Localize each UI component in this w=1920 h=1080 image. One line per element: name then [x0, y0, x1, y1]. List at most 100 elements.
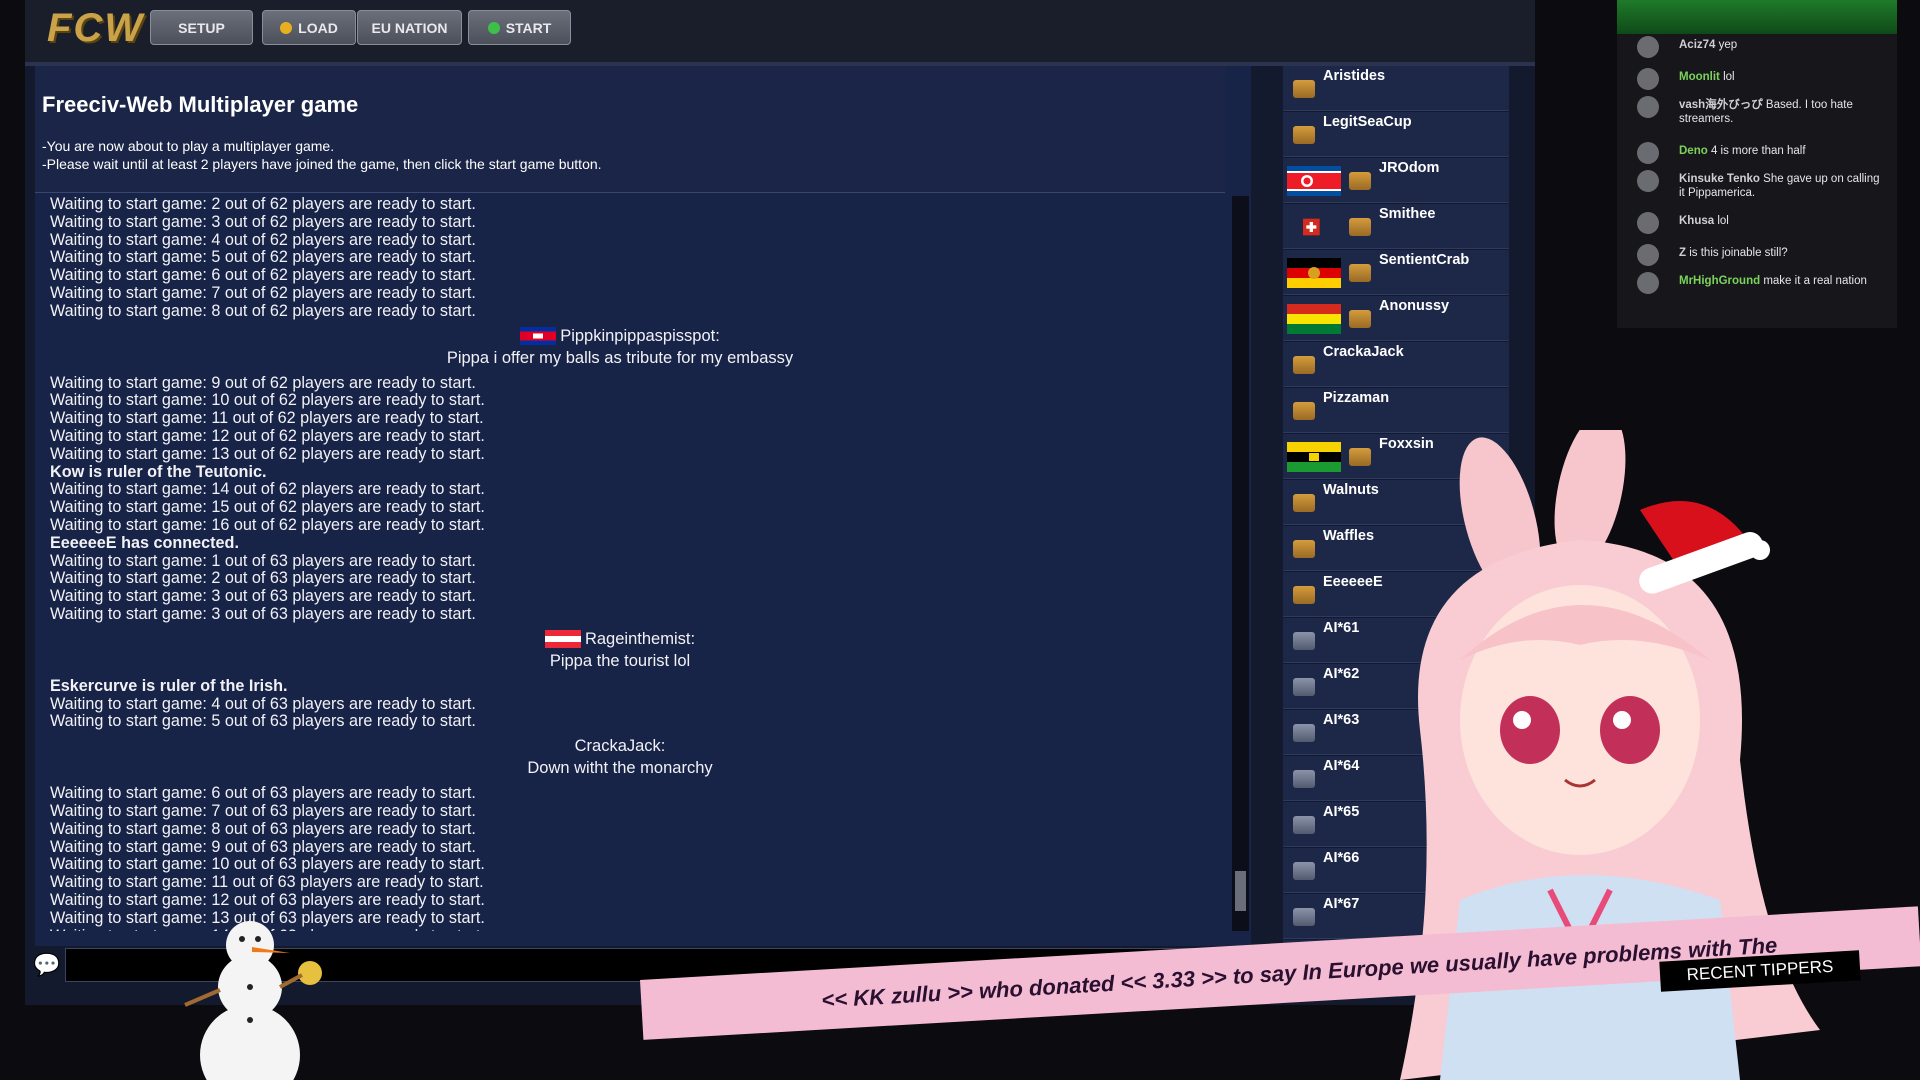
player-row[interactable]: CrackaJack: [1283, 342, 1509, 387]
player-chat-message: Pippkinpippaspisspot: Pippa i offer my ba…: [50, 325, 1190, 369]
load-button-label: LOAD: [298, 19, 338, 36]
player-row[interactable]: LegitSeaCup: [1283, 112, 1509, 157]
load-button[interactable]: LOAD: [262, 10, 356, 45]
check-icon: [487, 21, 500, 34]
player-name: Aristides: [1323, 68, 1386, 84]
setup-button[interactable]: SETUP: [150, 10, 253, 45]
ready-status-message: Waiting to start game: 16 out of 62 play…: [50, 515, 485, 534]
chat-bubble-icon[interactable]: 💬: [33, 952, 60, 977]
ready-status-message: Waiting to start game: 8 out of 62 playe…: [50, 301, 476, 320]
chat-text: Pippa i offer my balls as tribute for my…: [446, 348, 794, 367]
player-name: AI*66: [1323, 850, 1360, 866]
ready-status-message: Waiting to start game: 12 out of 62 play…: [50, 426, 485, 445]
player-name: Smithee: [1379, 206, 1436, 222]
player-name: Pizzaman: [1323, 390, 1390, 406]
game-message-log[interactable]: Waiting to start game: 2 out of 62 playe…: [50, 196, 1220, 931]
event-message: Eskercurve is ruler of the Irish.: [50, 676, 288, 695]
chat-text: Down witht the monarchy: [527, 759, 713, 778]
player-row[interactable]: Smithee: [1283, 204, 1509, 249]
player-row[interactable]: Anonussy: [1283, 296, 1509, 341]
chatter-text: lol: [1723, 71, 1735, 83]
pregame-panel: Freeciv-Web Multiplayer game -You are no…: [35, 66, 1251, 946]
ready-status-message: Waiting to start game: 2 out of 63 playe…: [50, 569, 476, 588]
scrollbar-thumb[interactable]: [1235, 871, 1246, 911]
chatter-avatar: [1637, 96, 1659, 118]
ai-player-icon: [1293, 770, 1315, 788]
human-player-icon: [1349, 172, 1371, 190]
chat-sender: CrackaJack:: [574, 737, 666, 756]
chatter-name: Z: [1679, 247, 1687, 259]
chatter-name: Kinsuke Tenko: [1679, 173, 1760, 185]
nation-flag-icon: [1287, 258, 1341, 288]
intro-line-2: -Please wait until at least 2 players ha…: [42, 156, 602, 172]
intro-line-1: -You are now about to play a multiplayer…: [42, 138, 335, 154]
player-name: AI*61: [1323, 620, 1360, 636]
player-name: AI*64: [1323, 758, 1360, 774]
player-name: AI*67: [1323, 896, 1360, 912]
ai-player-icon: [1293, 724, 1315, 742]
nation-flag-icon: [1287, 304, 1341, 334]
player-chat-message: CrackaJack: Down witht the monarchy: [50, 735, 1190, 779]
chatter-avatar: [1637, 68, 1659, 90]
snowman-decoration: [184, 921, 322, 1080]
ready-status-message: Waiting to start game: 10 out of 63 play…: [50, 855, 485, 874]
chatter-text: lol: [1717, 215, 1729, 227]
player-row[interactable]: SentientCrab: [1283, 250, 1509, 295]
ready-status-message: Waiting to start game: 1 out of 63 playe…: [50, 551, 476, 570]
ai-player-icon: [1293, 816, 1315, 834]
page-title: Freeciv-Web Multiplayer game: [42, 92, 359, 117]
player-row[interactable]: Pizzaman: [1283, 388, 1509, 433]
nation-flag-icon: [1287, 166, 1341, 196]
player-row[interactable]: Aristides: [1283, 66, 1509, 111]
chatter-avatar: [1637, 36, 1659, 58]
start-button[interactable]: START: [468, 10, 571, 45]
chatter-avatar: [1637, 212, 1659, 234]
player-name: Waffles: [1323, 528, 1375, 544]
player-name: Walnuts: [1323, 482, 1379, 498]
event-message: EeeeeeE has connected.: [50, 533, 239, 552]
player-name: AI*65: [1323, 804, 1360, 820]
human-player-icon: [1293, 494, 1315, 512]
start-button-label: START: [505, 19, 552, 36]
ready-status-message: Waiting to start game: 12 out of 63 play…: [50, 890, 485, 909]
human-player-icon: [1293, 586, 1315, 604]
human-player-icon: [1349, 264, 1371, 282]
ai-player-icon: [1293, 678, 1315, 696]
ready-status-message: Waiting to start game: 6 out of 62 playe…: [50, 266, 476, 285]
ready-status-message: Waiting to start game: 5 out of 62 playe…: [50, 248, 476, 267]
chat-sender: Pippkinpippaspisspot:: [560, 326, 720, 345]
ready-status-message: Waiting to start game: 10 out of 62 play…: [50, 391, 485, 410]
chat-sender: Rageinthemist:: [584, 629, 696, 648]
ready-status-message: Waiting to start game: 4 out of 62 playe…: [50, 230, 476, 249]
chatter-name: Deno: [1679, 145, 1708, 157]
stream-chat-message: Moonlit lol: [1679, 70, 1884, 84]
player-row[interactable]: JROdom: [1283, 158, 1509, 203]
chatter-text: is this joinable still?: [1689, 247, 1788, 259]
log-scrollbar[interactable]: [1232, 196, 1249, 931]
nation-button[interactable]: EU NATION: [357, 10, 462, 45]
stream-chat-message: Khusa lol: [1679, 214, 1884, 228]
chat-text: Pippa the tourist lol: [549, 651, 691, 670]
ready-status-message: Waiting to start game: 4 out of 63 playe…: [50, 694, 476, 713]
player-name: LegitSeaCup: [1323, 114, 1412, 130]
player-chat-message: Rageinthemist: Pippa the tourist lol: [50, 628, 1190, 672]
chatter-avatar: [1637, 142, 1659, 164]
human-player-icon: [1293, 402, 1315, 420]
ready-status-message: Waiting to start game: 9 out of 62 playe…: [50, 373, 476, 392]
ready-status-message: Waiting to start game: 3 out of 63 playe…: [50, 587, 476, 606]
ready-status-message: Waiting to start game: 15 out of 62 play…: [50, 498, 485, 517]
chatter-name: Moonlit: [1679, 71, 1720, 83]
ready-status-message: Waiting to start game: 3 out of 62 playe…: [50, 212, 476, 231]
ready-status-message: Waiting to start game: 14 out of 62 play…: [50, 480, 485, 499]
stream-chat-message: MrHighGround make it a real nation: [1679, 274, 1884, 288]
human-player-icon: [1349, 218, 1371, 236]
chatter-name: MrHighGround: [1679, 275, 1761, 287]
nation-flag-icon: [1303, 218, 1320, 236]
ai-player-icon: [1293, 908, 1315, 926]
chatter-name: vash海外びっぴ: [1679, 99, 1763, 111]
player-name: EeeeeeE: [1323, 574, 1383, 590]
stream-chat-message: Aciz74 yep: [1679, 38, 1884, 52]
setup-button-label: SETUP: [178, 19, 225, 36]
ready-status-message: Waiting to start game: 5 out of 63 playe…: [50, 712, 476, 731]
player-name: Anonussy: [1379, 298, 1450, 314]
